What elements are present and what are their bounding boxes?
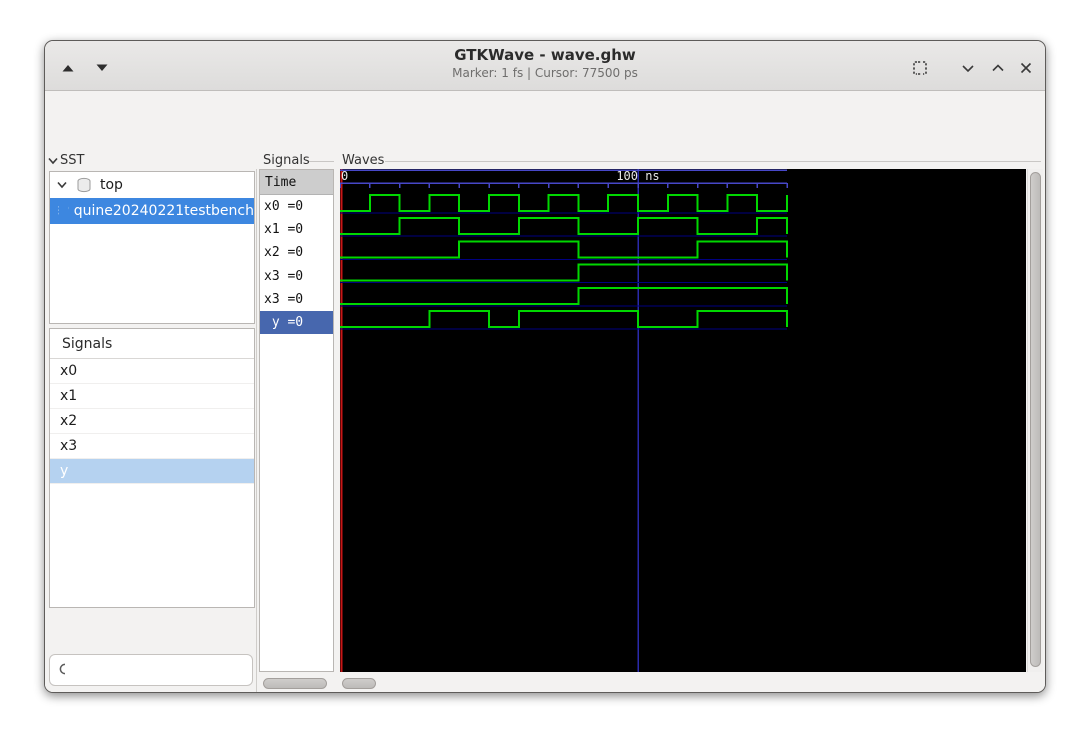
signal-list-item-x2[interactable]: x2 — [50, 409, 254, 434]
waves-vscrollbar-track[interactable] — [1027, 169, 1043, 672]
signal-list-header: Signals — [50, 329, 254, 359]
wave-trace-x3 — [340, 263, 788, 282]
sst-label: SST — [60, 153, 85, 168]
wave-trace-x1 — [340, 217, 788, 236]
close-icon — [1020, 62, 1032, 74]
main-content: SST Signals Waves top quine20240221testb… — [45, 151, 1045, 692]
desktop: GTKWave - wave.ghw Marker: 1 fs | Cursor… — [0, 0, 1090, 738]
tree-item-label: quine20240221testbench — [73, 203, 254, 219]
svg-text:0: 0 — [341, 169, 348, 183]
waves-frame-label: Waves — [342, 153, 385, 168]
signal-name-row[interactable]: x3 =0 — [260, 265, 333, 288]
tree-item-testbench[interactable]: quine20240221testbench — [50, 198, 254, 224]
waves-frame-line — [385, 161, 1041, 162]
minimize-button[interactable] — [955, 55, 981, 81]
expander-right-icon[interactable] — [61, 205, 62, 217]
database-icon — [77, 177, 91, 193]
shift-down-button[interactable] — [89, 55, 115, 81]
signal-name-column: Time x0 =0 x1 =0 x2 =0 x3 =0 x3 =0 y =0 — [259, 169, 334, 672]
chevron-up-icon — [992, 64, 1004, 72]
maximize-button[interactable] — [985, 55, 1011, 81]
wave-trace-y — [340, 310, 788, 328]
waves-vscrollbar-thumb[interactable] — [1030, 172, 1041, 667]
signal-list-item-y[interactable]: y — [50, 459, 254, 484]
signal-name-row[interactable]: x1 =0 — [260, 218, 333, 241]
search-icon — [59, 663, 65, 674]
signal-list-item-x0[interactable]: x0 — [50, 359, 254, 384]
titlebar[interactable]: GTKWave - wave.ghw Marker: 1 fs | Cursor… — [45, 41, 1045, 91]
triangle-down-icon — [96, 64, 108, 71]
wave-trace-x2 — [340, 240, 788, 259]
restore-button[interactable] — [907, 55, 933, 81]
signal-column-hscrollbar-thumb[interactable] — [263, 678, 327, 689]
tree-branch-icon — [58, 206, 60, 216]
close-button[interactable] — [1013, 55, 1039, 81]
tree-item-label: top — [100, 177, 123, 193]
window-title: GTKWave - wave.ghw — [454, 46, 636, 64]
pane-divider[interactable] — [256, 169, 257, 692]
restore-icon — [913, 61, 927, 75]
signal-list-item-x3[interactable]: x3 — [50, 434, 254, 459]
time-header: Time — [260, 170, 333, 195]
chevron-down-icon — [962, 65, 974, 73]
signal-list-item-x1[interactable]: x1 — [50, 384, 254, 409]
waveform-svg: 0 100 ns — [339, 169, 788, 672]
signal-name-row[interactable]: x0 =0 — [260, 195, 333, 218]
signal-list-panel: Signals x0 x1 x2 x3 y — [49, 328, 255, 608]
search-input[interactable] — [71, 655, 252, 685]
component-icon — [68, 206, 69, 210]
signal-name-rows: x0 =0 x1 =0 x2 =0 x3 =0 x3 =0 y =0 — [260, 195, 333, 335]
signal-name-row[interactable]: y =0 — [260, 310, 333, 335]
wave-trace-x3 — [340, 286, 788, 305]
svg-text:100 ns: 100 ns — [616, 169, 659, 183]
waveform-canvas[interactable]: 0 100 ns — [339, 169, 1026, 672]
tree-item-top[interactable]: top — [50, 172, 254, 198]
sst-tree-panel: top quine20240221testbench — [49, 171, 255, 324]
wave-trace-x0 — [340, 194, 788, 212]
signal-name-row[interactable]: x2 =0 — [260, 241, 333, 264]
window-status: Marker: 1 fs | Cursor: 77500 ps — [452, 66, 638, 80]
signal-search-list: x0 x1 x2 x3 y — [50, 359, 254, 484]
signals-frame-label: Signals — [263, 153, 310, 168]
gtkwave-window: GTKWave - wave.ghw Marker: 1 fs | Cursor… — [44, 40, 1046, 693]
expander-down-icon[interactable] — [56, 179, 68, 191]
signals-frame-line — [309, 161, 334, 162]
signal-search-box — [49, 654, 253, 686]
sst-expander-icon[interactable] — [47, 155, 59, 167]
signal-name-row[interactable]: x3 =0 — [260, 288, 333, 311]
titlebar-text: GTKWave - wave.ghw Marker: 1 fs | Cursor… — [245, 45, 845, 82]
waves-hscrollbar-thumb[interactable] — [342, 678, 376, 689]
shift-up-button[interactable] — [55, 55, 81, 81]
triangle-up-icon — [62, 65, 74, 72]
toolbar: From: To: — [45, 91, 1045, 191]
